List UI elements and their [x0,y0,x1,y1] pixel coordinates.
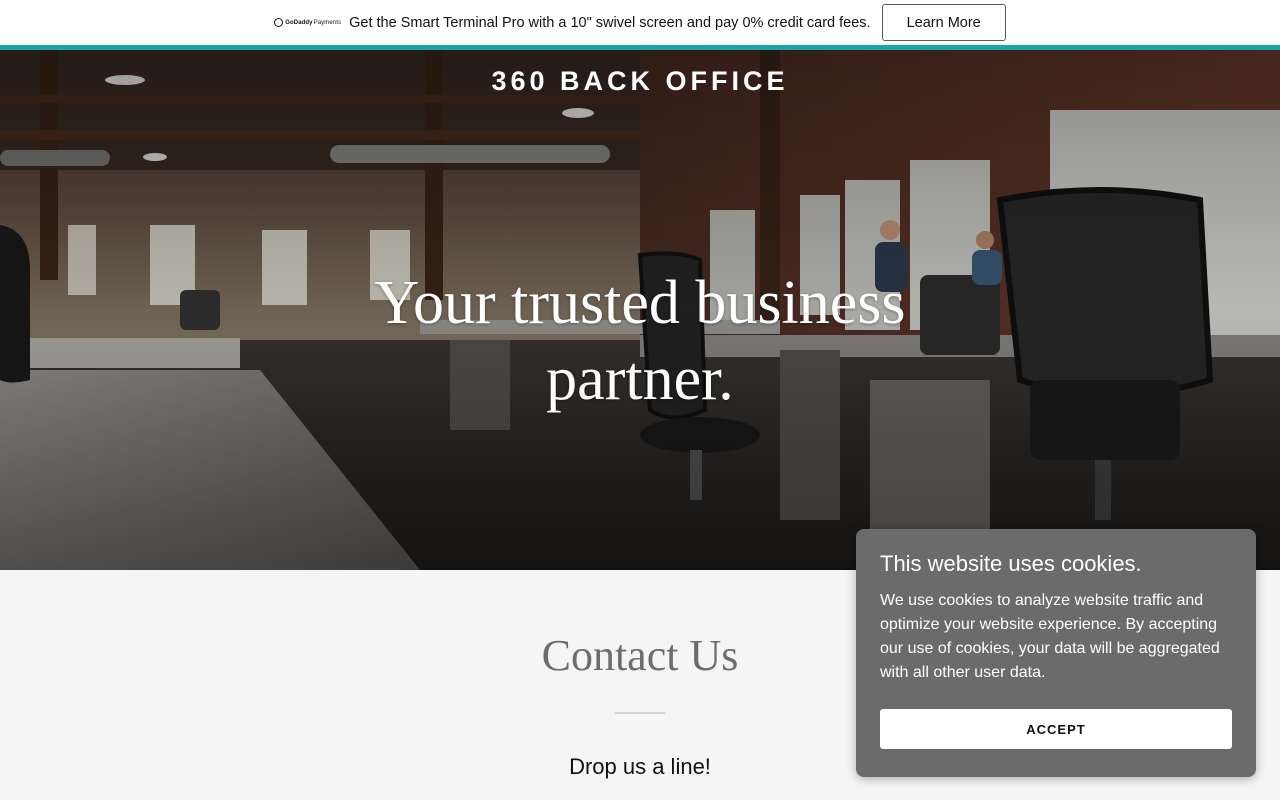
hero-section: 360 BACK OFFICE Your trusted business pa… [0,50,1280,570]
contact-divider [615,712,665,714]
godaddy-payments-logo: GoDaddy Payments [274,18,341,27]
hero-tagline-line-2: partner. [546,345,734,413]
cookie-body-text: We use cookies to analyze website traffi… [880,592,1220,681]
promo-content: GoDaddy Payments Get the Smart Terminal … [274,4,1006,41]
logo-light-text: Payments [313,19,342,26]
logo-bold-text: GoDaddy [285,19,313,26]
learn-more-button[interactable]: Learn More [881,4,1006,41]
cookie-title: This website uses cookies. [880,551,1142,576]
promo-banner: GoDaddy Payments Get the Smart Terminal … [0,0,1280,45]
cookie-consent-popup: This website uses cookies. We use cookie… [856,529,1256,777]
site-brand-title[interactable]: 360 BACK OFFICE [0,66,1280,97]
godaddy-logo-icon [274,18,284,27]
cookie-accept-button[interactable]: ACCEPT [880,709,1232,749]
hero-tagline: Your trusted business partner. [0,265,1280,417]
promo-text: Get the Smart Terminal Pro with a 10" sw… [349,14,871,31]
hero-tagline-line-1: Your trusted business [374,269,906,337]
